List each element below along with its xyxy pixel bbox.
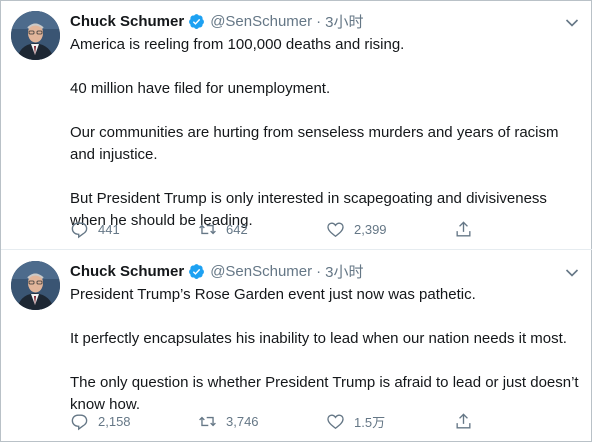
tweet-paragraph: America is reeling from 100,000 deaths a… (70, 36, 405, 53)
like-count: 2,399 (354, 221, 387, 237)
separator-dot: · (316, 262, 322, 280)
avatar[interactable] (11, 11, 60, 60)
heart-icon (327, 413, 344, 429)
tweet-paragraph: 40 million have filed for unemployment. (70, 80, 331, 97)
author-name[interactable]: Chuck Schumer (70, 263, 184, 280)
reply-count: 2,158 (98, 413, 131, 429)
tweet-paragraph: The only question is whether President T… (70, 374, 579, 413)
like-count: 1.5万 (354, 414, 386, 430)
reply-icon (71, 413, 88, 430)
chevron-down-icon[interactable] (565, 15, 579, 27)
heart-icon (327, 221, 344, 237)
retweet-icon (199, 224, 216, 234)
verified-badge-icon (188, 263, 205, 280)
author-handle[interactable]: @SenSchumer (210, 13, 312, 30)
retweet-count: 3,746 (226, 413, 259, 429)
reply-icon (71, 221, 88, 238)
author-handle[interactable]: @SenSchumer (210, 263, 312, 280)
chevron-down-icon[interactable] (565, 265, 579, 277)
tweet[interactable]: Chuck Schumer @SenSchumer · 3小时 America … (1, 1, 592, 250)
timestamp[interactable]: 3小时 (325, 11, 363, 32)
tweet-header: Chuck Schumer @SenSchumer · 3小时 (70, 261, 583, 281)
reply-button[interactable]: 2,158 (70, 412, 198, 431)
timestamp[interactable]: 3小时 (325, 261, 363, 282)
author-name[interactable]: Chuck Schumer (70, 13, 184, 30)
separator-dot: · (316, 12, 322, 30)
tweet-actions: 441 642 2,399 (70, 219, 583, 239)
tweet-text: America is reeling from 100,000 deaths a… (70, 34, 584, 232)
retweet-button[interactable]: 3,746 (198, 412, 326, 431)
retweet-count: 642 (226, 221, 248, 237)
like-button[interactable]: 1.5万 (326, 412, 454, 431)
tweet-text: President Trump’s Rose Garden event just… (70, 284, 584, 416)
tweet-paragraph: It perfectly encapsulates his inability … (70, 330, 567, 347)
share-button[interactable] (454, 412, 582, 431)
reply-button[interactable]: 441 (70, 220, 198, 239)
tweet-paragraph: Our communities are hurting from sensele… (70, 124, 559, 163)
share-button[interactable] (454, 220, 582, 239)
tweet-paragraph: President Trump’s Rose Garden event just… (70, 286, 476, 303)
retweet-icon (199, 416, 216, 426)
reply-count: 441 (98, 221, 120, 237)
share-icon (456, 412, 471, 429)
avatar[interactable] (11, 261, 60, 310)
timeline-frame: Chuck Schumer @SenSchumer · 3小时 America … (0, 0, 592, 442)
like-button[interactable]: 2,399 (326, 220, 454, 239)
share-icon (456, 220, 471, 237)
tweet[interactable]: Chuck Schumer @SenSchumer · 3小时 Presiden… (1, 251, 592, 442)
retweet-button[interactable]: 642 (198, 220, 326, 239)
verified-badge-icon (188, 13, 205, 30)
tweet-actions: 2,158 3,746 1.5万 (70, 411, 583, 431)
tweet-header: Chuck Schumer @SenSchumer · 3小时 (70, 11, 583, 31)
